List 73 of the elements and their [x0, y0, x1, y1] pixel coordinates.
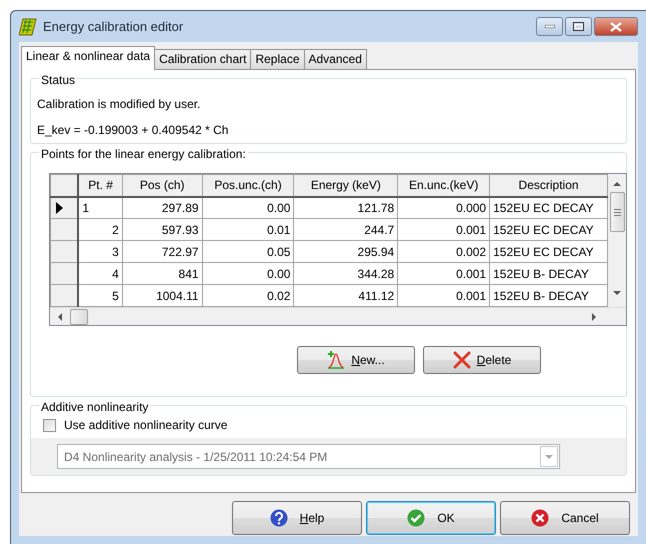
action-button[interactable]: Cancel: [500, 501, 630, 535]
check-icon: [407, 509, 426, 527]
table-cell: 0.01: [202, 218, 294, 240]
table-cell: 0.00: [202, 196, 294, 218]
column-header[interactable]: En.unc.(keV): [398, 174, 490, 196]
column-header[interactable]: Description: [490, 174, 608, 196]
table-cell: 121.78: [294, 196, 398, 218]
tab[interactable]: Linear & nonlinear data: [21, 46, 156, 70]
tab[interactable]: Advanced: [304, 49, 367, 69]
cancel-icon: [531, 509, 550, 527]
table-cell: 152EU EC DECAY: [490, 240, 608, 262]
status-message: Calibration is modified by user.: [37, 97, 202, 111]
action-button[interactable]: New...: [297, 346, 415, 374]
table-cell: 597.93: [122, 218, 202, 240]
checkbox-label: Use additive nonlinearity curve: [64, 417, 228, 434]
column-header[interactable]: Energy (keV): [294, 174, 398, 196]
tab[interactable]: Replace: [250, 49, 304, 69]
action-button[interactable]: Help: [232, 501, 362, 535]
table-cell: 152EU EC DECAY: [490, 218, 608, 240]
table-cell: 4: [78, 262, 122, 284]
row-header[interactable]: [50, 284, 78, 306]
table-cell: 297.89: [122, 196, 202, 218]
scroll-down-icon: [613, 291, 622, 295]
row-header[interactable]: [50, 262, 78, 284]
vertical-scrollbar[interactable]: [608, 174, 626, 307]
row-header[interactable]: [50, 240, 78, 262]
table-cell: 295.94: [294, 240, 398, 262]
table-cell: 0.001: [398, 262, 490, 284]
scroll-up-icon: [613, 182, 622, 186]
action-button[interactable]: Delete: [423, 346, 541, 374]
grid-corner: [50, 174, 78, 196]
grip-icon: [614, 208, 621, 216]
table-cell: 152EU B- DECAY: [490, 262, 608, 284]
maximize-icon: [573, 22, 584, 31]
window-title: Energy calibration editor: [43, 18, 184, 36]
calibration-formula: E_kev = -0.199003 + 0.409542 * Ch: [37, 123, 230, 137]
column-header[interactable]: Pt. #: [78, 174, 122, 196]
checkbox[interactable]: [43, 418, 56, 432]
dropdown-field: D4 Nonlinearity analysis - 1/25/2011 10:24:54 PM: [57, 444, 560, 469]
scroll-right-icon: [592, 312, 596, 320]
close-button[interactable]: [594, 17, 638, 36]
table-cell: 2: [78, 218, 122, 240]
row-header[interactable]: [50, 196, 78, 218]
table-cell: 344.28: [294, 262, 398, 284]
scrollbar-thumb[interactable]: [610, 192, 625, 232]
table-cell: 1: [78, 196, 122, 218]
column-header[interactable]: Pos (ch): [122, 174, 202, 196]
tab[interactable]: Calibration chart: [154, 49, 252, 69]
close-icon: [610, 22, 622, 32]
help-icon: [270, 509, 288, 527]
table-cell: 0.000: [398, 196, 490, 218]
table-cell: 244.7: [294, 218, 398, 240]
minimize-button[interactable]: [536, 17, 563, 36]
table-cell: 0.05: [202, 240, 294, 262]
minimize-icon: [544, 25, 554, 28]
table-cell: 3: [78, 240, 122, 262]
row-header[interactable]: [50, 218, 78, 240]
table-cell: 841: [122, 262, 202, 284]
scrollbar-thumb[interactable]: [70, 308, 88, 324]
table-cell: 0.001: [398, 218, 490, 240]
action-button[interactable]: OK: [366, 501, 496, 535]
dropdown-arrow-icon: [545, 454, 553, 458]
column-header[interactable]: Pos.unc.(ch): [202, 174, 294, 196]
peak-plus-icon: [327, 351, 346, 369]
app-icon: [19, 17, 37, 36]
scroll-left-icon: [58, 312, 62, 320]
maximize-button[interactable]: [565, 17, 592, 36]
table-cell: 152EU EC DECAY: [490, 196, 608, 218]
delete-icon: [452, 351, 471, 369]
horizontal-scrollbar[interactable]: [50, 307, 626, 325]
table-cell: 0.00: [202, 262, 294, 284]
table-cell: 0.002: [398, 240, 490, 262]
table-cell: 722.97: [122, 240, 202, 262]
